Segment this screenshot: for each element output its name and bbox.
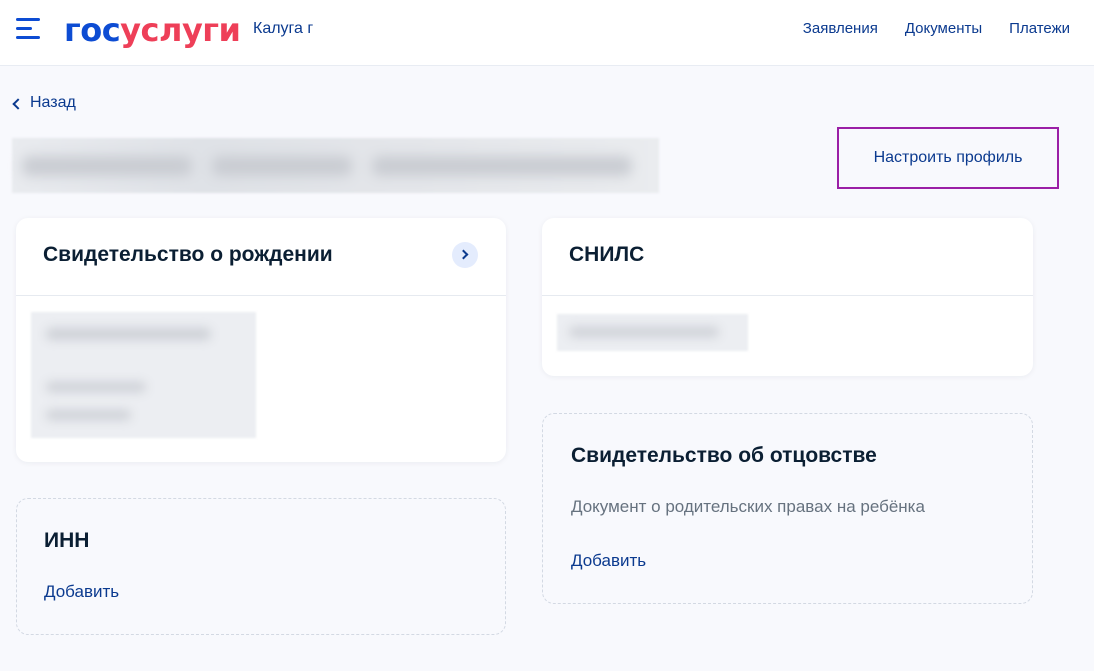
card-title: ИНН — [44, 529, 90, 552]
top-nav: Заявления Документы Платежи — [803, 18, 1070, 40]
add-inn-link[interactable]: Добавить — [44, 581, 119, 603]
card-title: СНИЛС — [569, 243, 645, 266]
card-description: Документ о родительских правах на ребёнк… — [571, 497, 925, 516]
chevron-left-icon — [12, 98, 24, 110]
nav-payments[interactable]: Платежи — [1009, 18, 1070, 40]
paternity-certificate-card: Свидетельство об отцовстве Документ о ро… — [542, 413, 1033, 604]
chevron-right-icon — [458, 249, 469, 260]
redacted-details — [31, 312, 256, 438]
menu-icon[interactable] — [16, 18, 40, 40]
gosuslugi-logo[interactable]: госуслуги — [64, 10, 241, 50]
snils-card[interactable]: СНИЛС — [542, 218, 1033, 376]
header: госуслуги Калуга г Заявления Документы П… — [0, 0, 1094, 66]
open-birth-certificate-button[interactable] — [452, 242, 478, 268]
back-link[interactable]: Назад — [12, 94, 76, 112]
birth-certificate-card[interactable]: Свидетельство о рождении — [16, 218, 506, 462]
setup-profile-button[interactable]: Настроить профиль — [837, 127, 1059, 189]
nav-applications[interactable]: Заявления — [803, 18, 878, 40]
user-name-redacted — [12, 138, 659, 193]
back-label: Назад — [30, 94, 76, 111]
add-paternity-link[interactable]: Добавить — [571, 550, 646, 572]
card-title: Свидетельство о рождении — [43, 243, 333, 266]
city-selector[interactable]: Калуга г — [253, 18, 313, 40]
card-title: Свидетельство об отцовстве — [571, 444, 877, 467]
inn-card: ИНН Добавить — [16, 498, 506, 635]
redacted-snils-number — [557, 314, 748, 351]
nav-documents[interactable]: Документы — [905, 18, 982, 40]
